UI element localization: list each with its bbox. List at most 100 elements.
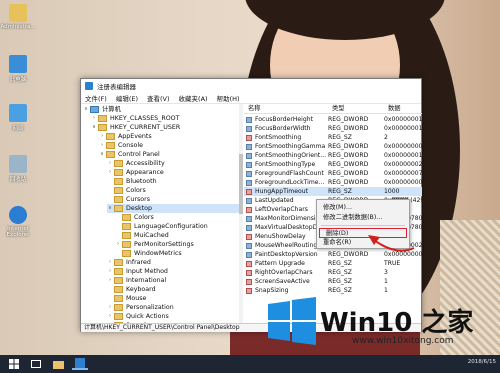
table-row[interactable]: ScreenSaveActive REG_SZ 1: [244, 277, 422, 286]
scrollbar-thumb[interactable]: [239, 154, 243, 214]
desktop-icon-user[interactable]: Administra...: [0, 4, 36, 30]
tree-node[interactable]: Colors: [115, 213, 239, 222]
menu-item-modify[interactable]: 修改(M)...: [317, 203, 409, 213]
table-row[interactable]: FontSmoothingGammaREG_DWORD 0x00000000 (0…: [244, 142, 422, 151]
desktop-icon-ie[interactable]: Internet Explorer: [0, 206, 36, 238]
value-name: FontSmoothingGamma: [255, 143, 326, 150]
tree-node[interactable]: WindowMetrics: [115, 249, 239, 258]
title-bar[interactable]: 注册表编辑器: [81, 79, 421, 93]
column-name[interactable]: 名称: [244, 104, 328, 113]
tree-node-label: Bluetooth: [126, 178, 157, 185]
tree-node[interactable]: › HKEY_CLASSES_ROOT: [91, 114, 239, 123]
tree-node[interactable]: › Accessibility: [107, 159, 239, 168]
task-view-button[interactable]: [28, 358, 44, 370]
value-name-cell: HungAppTimeout: [244, 187, 328, 196]
tree-node[interactable]: Bluetooth: [107, 177, 239, 186]
computer-icon: [90, 106, 99, 113]
folder-icon: [114, 268, 123, 275]
taskbar-explorer[interactable]: [50, 358, 66, 370]
tree-node[interactable]: ∨ Desktop: [107, 204, 239, 213]
tree-node[interactable]: › AppEvents: [99, 132, 239, 141]
collapsed-chevron-icon[interactable]: ›: [107, 168, 113, 177]
table-row[interactable]: HungAppTimeout REG_SZ 1000: [244, 187, 422, 196]
regedit-icon: [85, 82, 93, 90]
tree-scrollbar[interactable]: [239, 104, 243, 323]
windows-start-icon: [9, 359, 19, 369]
tree-node[interactable]: ∨ Control Panel: [99, 150, 239, 159]
collapsed-chevron-icon[interactable]: ›: [115, 240, 121, 249]
tree-node[interactable]: › PerMonitorSettings: [115, 240, 239, 249]
table-row[interactable]: FontSmoothing REG_SZ 2: [244, 133, 422, 142]
value-name: FontSmoothingOrient...: [255, 152, 327, 159]
table-row[interactable]: FontSmoothingType REG_DWORD 0x00000002 (2): [244, 160, 422, 169]
table-row[interactable]: ForegroundFlashCount REG_DWORD 0x00000007 …: [244, 169, 422, 178]
tree-node[interactable]: › Appearance: [107, 168, 239, 177]
expanded-chevron-icon[interactable]: ∨: [83, 105, 89, 114]
menu-view[interactable]: 查看(V): [147, 93, 170, 103]
tree-node[interactable]: › Personalization: [107, 303, 239, 312]
collapsed-chevron-icon[interactable]: ›: [107, 303, 113, 312]
tree-node[interactable]: Keyboard: [107, 285, 239, 294]
value-name-cell: PaintDesktopVersion: [244, 250, 328, 259]
value-data: 3: [384, 269, 388, 276]
tree-node-label: Infrared: [126, 259, 151, 266]
value-data: 0x00000001 (1): [384, 152, 422, 159]
tree-node-label: Mouse: [126, 295, 147, 302]
dword-value-icon: [246, 224, 252, 231]
tree-node[interactable]: › Input Method: [107, 267, 239, 276]
column-type[interactable]: 类型: [328, 104, 384, 113]
user-icon: [9, 4, 27, 22]
column-data[interactable]: 数据: [384, 104, 422, 113]
collapsed-chevron-icon[interactable]: ›: [107, 276, 113, 285]
registry-tree[interactable]: ∨ 计算机 › HKEY_CLASSES_ROOT ∨ HKEY_CURRENT_USER…: [81, 104, 243, 323]
tree-node[interactable]: ∨ 计算机: [83, 105, 239, 114]
dword-value-icon: [246, 152, 252, 159]
menu-edit[interactable]: 编辑(E): [116, 93, 138, 103]
table-row[interactable]: FocusBorderWidth REG_DWORD 0x00000001 (1): [244, 124, 422, 133]
menu-help[interactable]: 帮助(H): [217, 93, 240, 103]
tree-node[interactable]: › Console: [99, 141, 239, 150]
tree-node[interactable]: › Infrared: [107, 258, 239, 267]
expanded-chevron-icon[interactable]: ∨: [99, 150, 105, 159]
tree-node[interactable]: MuiCached: [115, 231, 239, 240]
value-name: ForegroundFlashCount: [255, 170, 324, 177]
tree-node[interactable]: ∨ HKEY_CURRENT_USER: [91, 123, 239, 132]
tree-node[interactable]: LanguageConfiguration: [115, 222, 239, 231]
regedit-taskbar-icon: [75, 358, 85, 368]
collapsed-chevron-icon[interactable]: ›: [107, 312, 113, 321]
value-name: FocusBorderHeight: [255, 116, 313, 123]
tree-node[interactable]: Cursors: [107, 195, 239, 204]
desktop-icon-recycle-bin[interactable]: 回收站: [0, 155, 36, 183]
taskbar-regedit[interactable]: [72, 358, 88, 370]
collapsed-chevron-icon[interactable]: ›: [91, 114, 97, 123]
tree-node[interactable]: › Quick Actions: [107, 312, 239, 321]
menu-file[interactable]: 文件(F): [85, 93, 107, 103]
collapsed-chevron-icon[interactable]: ›: [107, 258, 113, 267]
table-row[interactable]: RightOverlapChars REG_SZ 3: [244, 268, 422, 277]
expanded-chevron-icon[interactable]: ∨: [91, 123, 97, 132]
expanded-chevron-icon[interactable]: ∨: [107, 204, 113, 213]
table-row[interactable]: Pattern Upgrade REG_SZ TRUE: [244, 259, 422, 268]
table-row[interactable]: FontSmoothingOrient... REG_DWORD 0x0000000…: [244, 151, 422, 160]
desktop-icon-network[interactable]: 网络: [0, 104, 36, 132]
dword-value-icon: [246, 125, 252, 132]
collapsed-chevron-icon[interactable]: ›: [99, 141, 105, 150]
start-button[interactable]: [6, 358, 22, 370]
tree-node[interactable]: › International: [107, 276, 239, 285]
desktop-icon-this-pc[interactable]: 此电脑: [0, 55, 36, 83]
table-row[interactable]: FocusBorderHeight REG_DWORD 0x00000001 (1): [244, 115, 422, 124]
collapsed-chevron-icon[interactable]: ›: [107, 267, 113, 276]
tree-node[interactable]: Colors: [107, 186, 239, 195]
table-row[interactable]: SnapSizing REG_SZ 1: [244, 286, 422, 295]
folder-icon: [122, 232, 131, 239]
string-value-icon: [246, 206, 252, 213]
recycle-bin-icon: [9, 155, 27, 173]
table-row[interactable]: ForegroundLockTime... REG_DWORD 0x00000000…: [244, 178, 422, 187]
collapsed-chevron-icon[interactable]: ›: [107, 159, 113, 168]
tree-node[interactable]: Mouse: [107, 294, 239, 303]
menu-favorites[interactable]: 收藏夹(A): [179, 93, 208, 103]
network-icon: [9, 104, 27, 122]
folder-icon: [114, 304, 123, 311]
collapsed-chevron-icon[interactable]: ›: [99, 132, 105, 141]
string-value-icon: [246, 260, 252, 267]
